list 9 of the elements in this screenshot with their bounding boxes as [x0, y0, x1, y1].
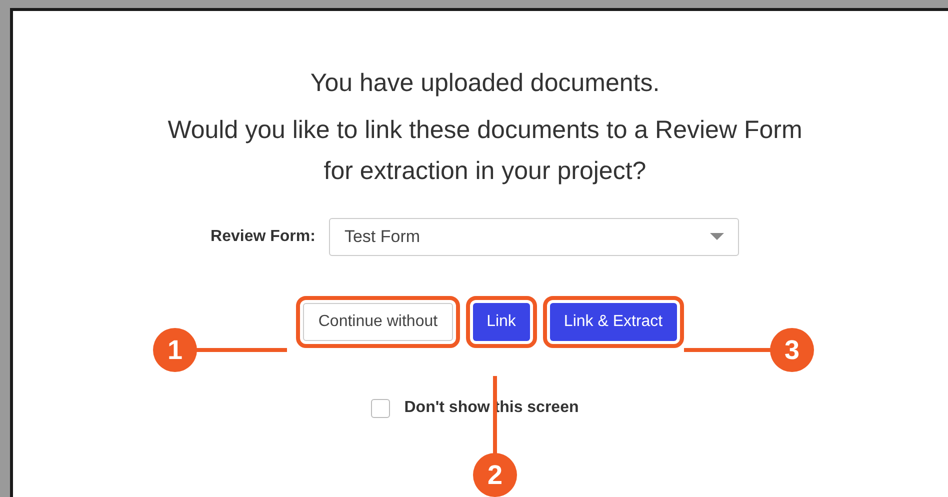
caret-icon — [710, 233, 724, 241]
dialog-heading: You have uploaded documents. — [310, 68, 660, 99]
dialog-heading: Would you like to link these documents to a Review Form for extraction in your project? — [166, 115, 804, 187]
dialog-button[interactable]: Link — [472, 303, 530, 341]
dialog-button[interactable]: Continue without — [303, 303, 453, 341]
checkbox[interactable] — [371, 398, 390, 418]
dialog-button[interactable]: Link & Extract — [550, 303, 677, 341]
review-form-select[interactable]: Test Form — [329, 218, 740, 256]
field-label: Review Form: — [210, 227, 316, 247]
